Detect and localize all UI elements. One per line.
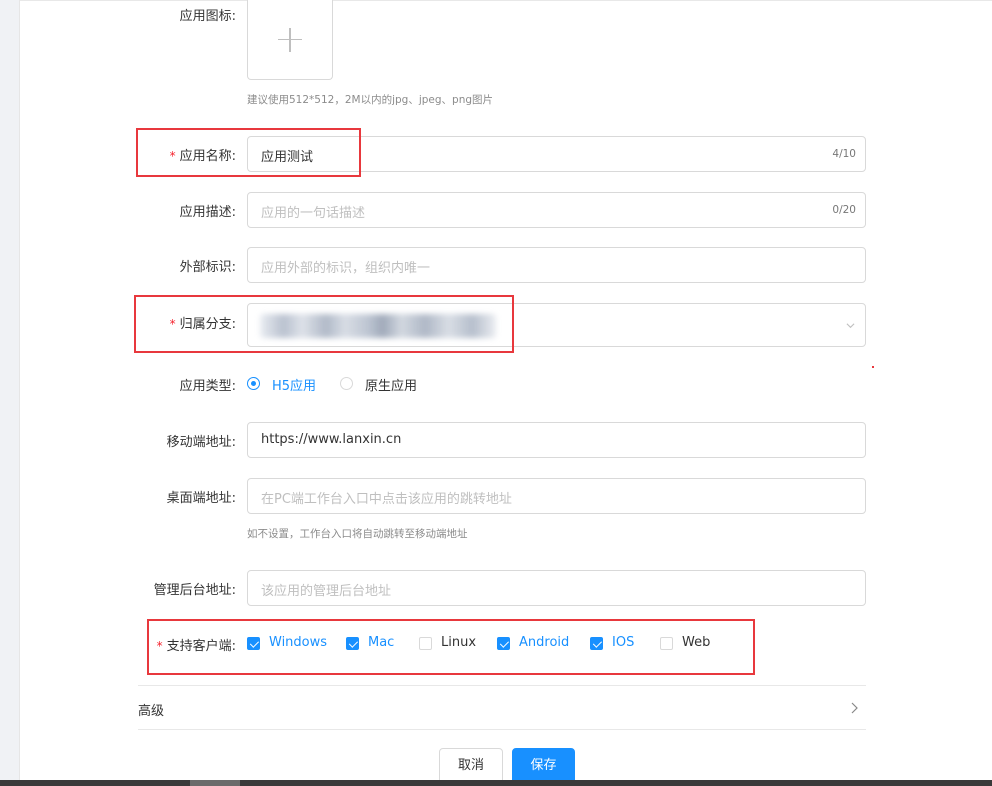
advanced-section-toggle[interactable]: 高级 xyxy=(138,685,866,730)
branch-label-text: 归属分支: xyxy=(179,317,236,332)
required-mark: * xyxy=(169,149,176,163)
app-description-label: 应用描述: xyxy=(179,205,236,220)
checkbox-android-label: Android xyxy=(519,635,570,650)
admin-url-input[interactable]: 该应用的管理后台地址 xyxy=(247,570,866,606)
radio-dot xyxy=(247,377,260,390)
chevron-right-icon xyxy=(851,702,858,714)
checkbox-box xyxy=(247,637,260,650)
app-description-char-count: 0/20 xyxy=(832,204,856,216)
mobile-url-value: https://www.lanxin.cn xyxy=(261,432,402,447)
app-name-label-text: 应用名称: xyxy=(179,149,236,164)
branch-label: * 归属分支: xyxy=(36,313,236,332)
admin-url-placeholder: 该应用的管理后台地址 xyxy=(261,584,392,599)
radio-h5-label: H5应用 xyxy=(272,379,317,394)
checkbox-box xyxy=(497,637,510,650)
mobile-url-label: 移动端地址: xyxy=(166,435,236,450)
radio-dot xyxy=(340,377,353,390)
chevron-down-icon xyxy=(846,323,855,329)
clients-label-text: 支持客户端: xyxy=(166,639,236,654)
checkbox-windows-label: Windows xyxy=(269,635,328,650)
checkbox-box xyxy=(346,637,359,650)
desktop-url-placeholder: 在PC端工作台入口中点击该应用的跳转地址 xyxy=(261,492,512,507)
desktop-url-hint: 如不设置，工作台入口将自动跳转至移动端地址 xyxy=(247,528,468,540)
advanced-label: 高级 xyxy=(138,704,165,719)
app-type-label: 应用类型: xyxy=(179,379,236,394)
required-mark: * xyxy=(156,639,163,653)
save-button[interactable]: 保存 xyxy=(512,748,575,784)
redacted-branch-value xyxy=(260,314,496,338)
checkbox-box xyxy=(590,637,603,650)
checkbox-mac-label: Mac xyxy=(368,635,395,650)
clients-label: * 支持客户端: xyxy=(36,635,236,654)
app-name-input[interactable]: 应用测试 4/10 xyxy=(247,136,866,172)
app-name-label: * 应用名称: xyxy=(36,145,236,164)
top-divider xyxy=(20,0,992,1)
app-icon-label: 应用图标: xyxy=(36,5,236,24)
checkbox-ios-label: IOS xyxy=(612,635,635,650)
checkbox-web-label: Web xyxy=(682,635,711,650)
checkbox-box xyxy=(660,637,673,650)
left-rail xyxy=(0,0,20,786)
checkbox-box xyxy=(419,637,432,650)
app-description-placeholder: 应用的一句话描述 xyxy=(261,206,366,221)
cancel-button[interactable]: 取消 xyxy=(439,748,503,784)
taskbar-strip xyxy=(0,780,992,786)
admin-url-label: 管理后台地址: xyxy=(153,583,236,598)
app-description-input[interactable]: 应用的一句话描述 0/20 xyxy=(247,192,866,228)
taskbar-segment xyxy=(190,780,240,786)
icon-upload-button[interactable] xyxy=(247,0,333,80)
external-id-placeholder: 应用外部的标识，组织内唯一 xyxy=(261,261,431,276)
radio-native-label: 原生应用 xyxy=(365,379,418,394)
annotation-dot xyxy=(872,366,874,368)
desktop-url-input[interactable]: 在PC端工作台入口中点击该应用的跳转地址 xyxy=(247,478,866,514)
mobile-url-input[interactable]: https://www.lanxin.cn xyxy=(247,422,866,458)
branch-select[interactable] xyxy=(247,303,866,347)
desktop-url-label: 桌面端地址: xyxy=(166,491,236,506)
app-name-char-count: 4/10 xyxy=(832,148,856,160)
required-mark: * xyxy=(169,317,176,331)
app-icon-label-text: 应用图标: xyxy=(179,9,236,24)
checkbox-linux-label: Linux xyxy=(441,635,477,650)
app-name-value: 应用测试 xyxy=(261,150,314,165)
icon-upload-hint: 建议使用512*512，2M以内的jpg、jpeg、png图片 xyxy=(247,94,494,106)
external-id-label: 外部标识: xyxy=(179,260,236,275)
external-id-input[interactable]: 应用外部的标识，组织内唯一 xyxy=(247,247,866,283)
plus-icon xyxy=(278,27,302,52)
